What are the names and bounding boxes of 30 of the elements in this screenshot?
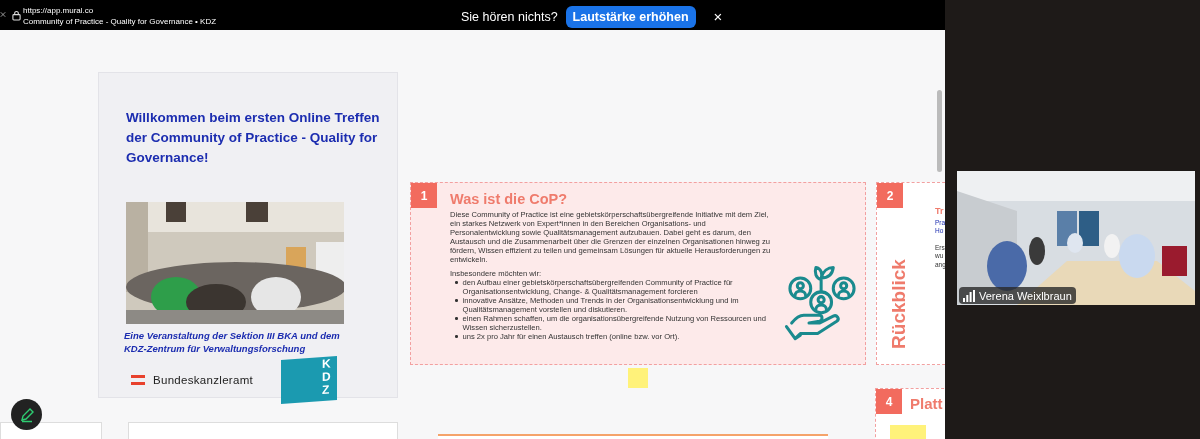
participant-name: Verena Weixlbraun: [979, 289, 1072, 302]
event-subtitle: Eine Veranstaltung der Sektion III BKA und dem KDZ-Zentrum für Verwaltungsforschung: [124, 329, 341, 355]
bullet-dot: [455, 317, 458, 320]
close-button[interactable]: ×: [709, 8, 727, 25]
close-icon[interactable]: [0, 11, 6, 18]
section-side-label: Rückblick: [887, 259, 910, 349]
pencil-icon: [18, 406, 35, 423]
kdz-letters: KDZ: [322, 357, 332, 398]
scrollbar[interactable]: [937, 90, 942, 172]
page-title: Community of Practice - Quality for Governance • KDZ: [23, 16, 217, 28]
edit-button[interactable]: [11, 399, 42, 430]
section-number: 2: [877, 183, 903, 208]
welcome-title: Willkommen beim ersten Online Treffen der Community of Practice - Quality for Governance!: [126, 109, 381, 167]
signal-icon: [963, 289, 975, 302]
bullet-dot: [455, 299, 458, 302]
section-heading: Tr: [935, 207, 945, 216]
section-title: Was ist die CoP?: [450, 191, 569, 207]
sticky-note: [628, 368, 648, 388]
lock-icon: [12, 10, 21, 21]
ministry-logo-text: Bundeskanzleramt: [153, 374, 254, 386]
bullet-dot: [455, 335, 458, 338]
section-number: 4: [876, 389, 902, 414]
section-title: Platt: [910, 395, 943, 412]
page-url: https://app.mural.co: [23, 6, 95, 16]
notification-message: Sie hören nichts?: [461, 9, 558, 24]
bullet-dot: [455, 281, 458, 284]
flag-icon: [131, 375, 145, 385]
section-number: 1: [411, 183, 437, 208]
sticky-note: [890, 425, 926, 439]
volume-button[interactable]: Lautstärke erhöhen: [565, 5, 696, 28]
